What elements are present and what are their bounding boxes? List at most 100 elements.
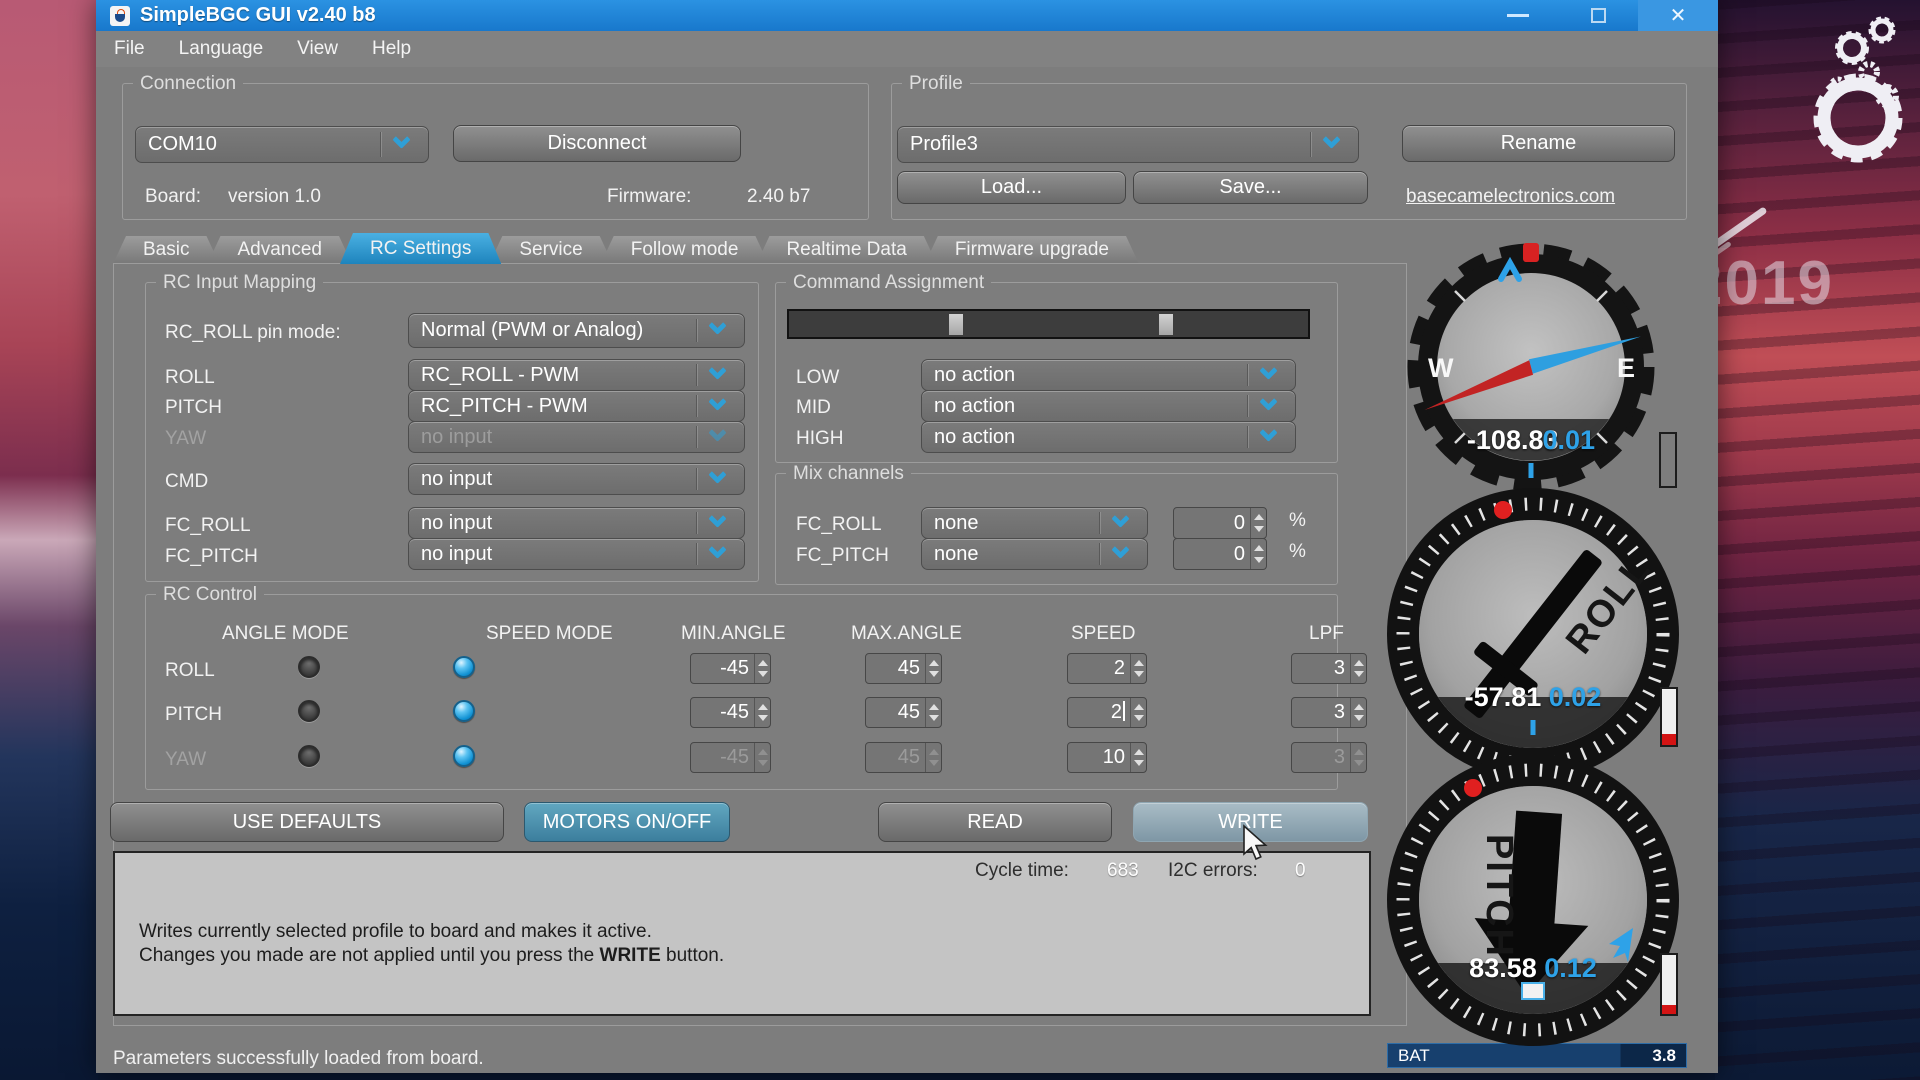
- roll-max-angle-spinner[interactable]: 45: [865, 653, 942, 684]
- tab-rc-settings[interactable]: RC Settings: [340, 233, 501, 264]
- spinner-up-icon[interactable]: [1354, 704, 1364, 710]
- spinner-arrows[interactable]: [754, 654, 770, 683]
- spinner-down-icon[interactable]: [929, 715, 939, 721]
- roll-lpf-spinner[interactable]: 3: [1291, 653, 1367, 684]
- low-action-select[interactable]: no action: [921, 359, 1296, 391]
- read-button[interactable]: READ: [878, 802, 1112, 842]
- yaw-speed-mode-radio[interactable]: [453, 745, 475, 767]
- spinner-down-icon[interactable]: [1134, 760, 1144, 766]
- tab-service[interactable]: Service: [489, 236, 612, 264]
- heading-gauge: W E -108.830.01: [1401, 237, 1661, 497]
- title-bar[interactable]: SimpleBGC GUI v2.40 b8 ✕: [96, 0, 1718, 31]
- roll-input-select[interactable]: RC_ROLL - PWM: [408, 359, 745, 391]
- menu-file[interactable]: File: [114, 38, 145, 60]
- yaw-max-angle-value: 45: [866, 746, 925, 769]
- fc-pitch-input-select[interactable]: no input: [408, 538, 745, 570]
- pitch-min-angle-spinner[interactable]: -45: [690, 697, 771, 728]
- spinner-up-icon[interactable]: [929, 660, 939, 666]
- pitch-speed-spinner[interactable]: 2: [1067, 697, 1147, 728]
- tab-advanced[interactable]: Advanced: [207, 236, 352, 264]
- roll-gauge: ROLL -57.81 0.02: [1383, 484, 1683, 784]
- mid-action-select[interactable]: no action: [921, 390, 1296, 422]
- mix-fc-roll-select[interactable]: none: [921, 507, 1148, 539]
- roll-min-angle-spinner[interactable]: -45: [690, 653, 771, 684]
- menu-view[interactable]: View: [297, 38, 338, 60]
- spinner-up-icon[interactable]: [1254, 514, 1264, 520]
- menu-help[interactable]: Help: [372, 38, 411, 60]
- spinner-arrows[interactable]: [1350, 654, 1366, 683]
- slider-handle[interactable]: [1159, 314, 1173, 335]
- pitch-lpf-spinner[interactable]: 3: [1291, 697, 1367, 728]
- roll-value: -57.81: [1465, 682, 1542, 712]
- tab-follow-mode[interactable]: Follow mode: [601, 236, 769, 264]
- spinner-arrows[interactable]: [925, 654, 941, 683]
- pitch-input-label: PITCH: [165, 397, 222, 419]
- close-button[interactable]: ✕: [1638, 0, 1718, 31]
- yaw-angle-mode-radio[interactable]: [298, 745, 320, 767]
- spinner-up-icon[interactable]: [1134, 660, 1144, 666]
- spinner-up-icon[interactable]: [1134, 749, 1144, 755]
- roll-angle-mode-radio[interactable]: [298, 656, 320, 678]
- basecam-link[interactable]: basecamelectronics.com: [1406, 186, 1615, 208]
- spinner-down-icon[interactable]: [1354, 671, 1364, 677]
- high-action-select[interactable]: no action: [921, 421, 1296, 453]
- spinner-down-icon[interactable]: [1134, 671, 1144, 677]
- cmd-input-select[interactable]: no input: [408, 463, 745, 495]
- spinner-down-icon: [758, 760, 768, 766]
- motors-onoff-button[interactable]: MOTORS ON/OFF: [524, 802, 730, 842]
- pitch-angle-mode-radio[interactable]: [298, 700, 320, 722]
- spinner-up-icon[interactable]: [1354, 660, 1364, 666]
- spinner-arrows[interactable]: [1130, 698, 1146, 727]
- rename-button[interactable]: Rename: [1402, 125, 1675, 162]
- command-level-slider[interactable]: [787, 309, 1310, 339]
- tab-realtime-data[interactable]: Realtime Data: [756, 236, 936, 264]
- load-button[interactable]: Load...: [897, 171, 1126, 204]
- slider-handle[interactable]: [949, 314, 963, 335]
- spinner-up-icon[interactable]: [1254, 545, 1264, 551]
- pitch-max-angle-spinner[interactable]: 45: [865, 697, 942, 728]
- mix-fc-roll-amount[interactable]: 0: [1173, 507, 1267, 539]
- tab-basic[interactable]: Basic: [113, 236, 219, 264]
- minimize-button[interactable]: [1478, 0, 1558, 31]
- mix-fc-pitch-select[interactable]: none: [921, 538, 1148, 570]
- spinner-up-icon[interactable]: [929, 704, 939, 710]
- spinner-up-icon[interactable]: [758, 704, 768, 710]
- com-port-select[interactable]: COM10: [135, 126, 429, 163]
- spinner-arrows[interactable]: [1350, 698, 1366, 727]
- save-button[interactable]: Save...: [1133, 171, 1368, 204]
- tab-firmware-upgrade[interactable]: Firmware upgrade: [925, 236, 1139, 264]
- chevron-down-icon: [1259, 392, 1277, 410]
- profile-select[interactable]: Profile3: [897, 126, 1359, 163]
- fc-pitch-input-value: no input: [421, 543, 688, 566]
- spinner-arrows[interactable]: [1250, 508, 1266, 538]
- pitch-speed-mode-radio[interactable]: [453, 700, 475, 722]
- disconnect-button[interactable]: Disconnect: [453, 125, 741, 162]
- spinner-down-icon[interactable]: [1354, 715, 1364, 721]
- spinner-up-icon[interactable]: [758, 660, 768, 666]
- spinner-arrows[interactable]: [1250, 539, 1266, 569]
- pitch-input-select[interactable]: RC_PITCH - PWM: [408, 390, 745, 422]
- spinner-down-icon[interactable]: [1254, 526, 1264, 532]
- combo-separator: [696, 319, 697, 343]
- spinner-arrows[interactable]: [1130, 654, 1146, 683]
- mix-fc-pitch-amount[interactable]: 0: [1173, 538, 1267, 570]
- pin-mode-select[interactable]: Normal (PWM or Analog): [408, 313, 745, 348]
- roll-min-angle-value: -45: [691, 657, 754, 680]
- use-defaults-button[interactable]: USE DEFAULTS: [110, 802, 504, 842]
- roll-speed-mode-radio[interactable]: [453, 656, 475, 678]
- fc-roll-input-select[interactable]: no input: [408, 507, 745, 539]
- load-label: Load...: [981, 176, 1042, 199]
- spinner-arrows[interactable]: [925, 698, 941, 727]
- maximize-button[interactable]: [1558, 0, 1638, 31]
- spinner-arrows[interactable]: [1130, 743, 1146, 772]
- spinner-down-icon[interactable]: [929, 671, 939, 677]
- spinner-down-icon[interactable]: [758, 715, 768, 721]
- spinner-up-icon[interactable]: [1134, 704, 1144, 710]
- roll-speed-spinner[interactable]: 2: [1067, 653, 1147, 684]
- spinner-arrows[interactable]: [754, 698, 770, 727]
- spinner-down-icon[interactable]: [1134, 715, 1144, 721]
- spinner-down-icon[interactable]: [1254, 557, 1264, 563]
- spinner-down-icon[interactable]: [758, 671, 768, 677]
- menu-language[interactable]: Language: [179, 38, 264, 60]
- yaw-speed-spinner[interactable]: 10: [1067, 742, 1147, 773]
